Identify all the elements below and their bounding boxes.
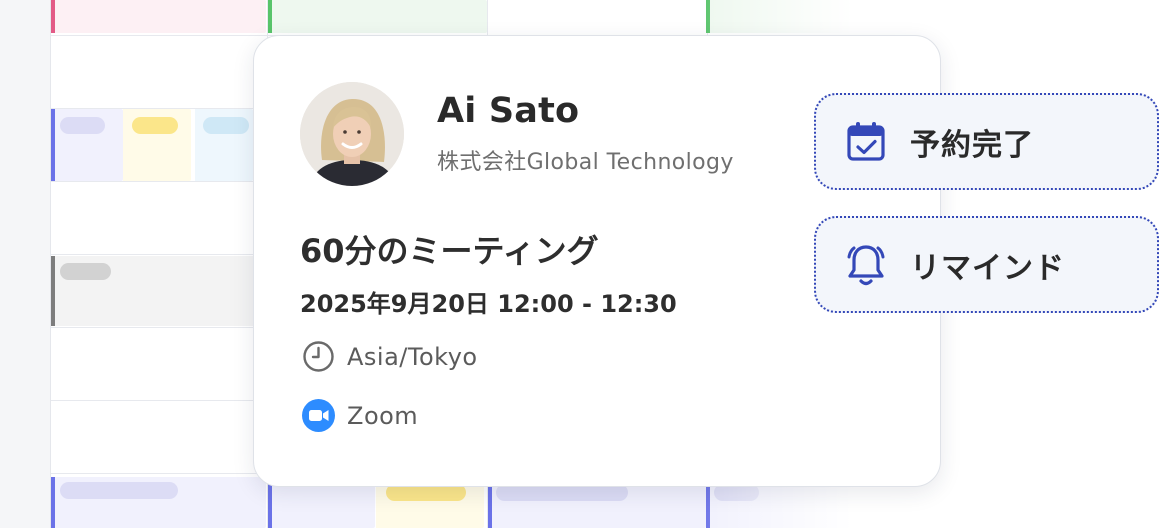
clock-icon — [302, 340, 335, 373]
event-placeholder — [60, 263, 111, 280]
meeting-title: 60分のミーティング — [300, 232, 599, 270]
host-company: 株式会社Global Technology — [437, 150, 734, 175]
reminder-label: リマインド — [910, 250, 1065, 286]
calendar-check-icon — [842, 118, 890, 166]
timezone-row: Asia/Tokyo — [302, 340, 478, 373]
event-placeholder — [203, 117, 249, 134]
host-name: Ai Sato — [437, 91, 580, 131]
event-placeholder — [132, 117, 178, 134]
event-placeholder — [60, 482, 178, 499]
timezone-text: Asia/Tokyo — [347, 342, 478, 371]
time-column — [0, 0, 51, 528]
location-text: Zoom — [347, 401, 419, 430]
meeting-datetime: 2025年9月20日 12:00 - 12:30 — [300, 290, 677, 318]
booking-complete-chip[interactable]: 予約完了 — [814, 93, 1159, 190]
calendar-event — [268, 0, 487, 33]
host-avatar — [300, 82, 404, 186]
event-placeholder — [60, 117, 105, 134]
zoom-video-icon — [302, 399, 335, 432]
reminder-chip[interactable]: リマインド — [814, 216, 1159, 313]
bell-icon — [842, 241, 890, 289]
booking-complete-label: 予約完了 — [910, 127, 1034, 163]
location-row: Zoom — [302, 399, 418, 432]
calendar-event — [51, 0, 266, 33]
avatar-photo — [300, 82, 404, 186]
